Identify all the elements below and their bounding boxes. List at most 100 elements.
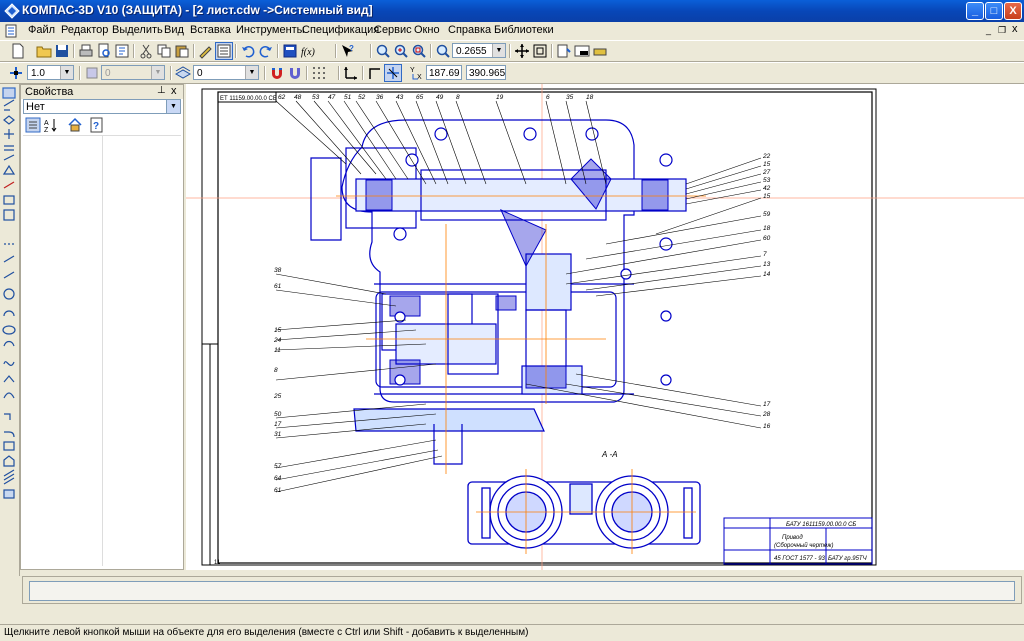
menu-service[interactable]: Сервис bbox=[374, 24, 412, 36]
menu-tools[interactable]: Инструменты bbox=[236, 24, 305, 36]
svg-text:?: ? bbox=[349, 44, 354, 53]
refresh-icon[interactable] bbox=[556, 43, 572, 59]
toolbar-separator bbox=[551, 44, 553, 58]
leader-label: 59 bbox=[763, 211, 771, 218]
pin-icon[interactable]: ⊥ bbox=[157, 85, 166, 96]
coordinates-icon[interactable] bbox=[384, 64, 402, 82]
leader-label: 42 bbox=[763, 185, 771, 192]
grid-icon[interactable] bbox=[311, 65, 327, 81]
dropdown-arrow-icon[interactable]: ▼ bbox=[166, 100, 180, 113]
leader-label: 38 bbox=[274, 267, 282, 274]
menu-help[interactable]: Справка bbox=[448, 24, 491, 36]
object-selector[interactable]: Нет ▼ bbox=[23, 99, 181, 114]
dropdown-arrow-icon[interactable]: ▼ bbox=[60, 66, 73, 79]
step-combo[interactable]: 1.0 ▼ bbox=[27, 65, 74, 80]
leader-label: 62 bbox=[278, 94, 286, 101]
help-pointer-icon[interactable]: ? bbox=[340, 43, 356, 59]
local-cs-icon[interactable] bbox=[343, 65, 359, 81]
document-icon[interactable] bbox=[4, 24, 18, 38]
copy-properties-icon[interactable] bbox=[198, 43, 214, 59]
leader-label: 61 bbox=[274, 487, 282, 494]
close-panel-button[interactable]: x bbox=[171, 85, 177, 97]
menu-file[interactable]: Файл bbox=[28, 24, 55, 36]
style-combo[interactable]: 0 ▼ bbox=[193, 65, 259, 80]
layers-icon[interactable] bbox=[282, 43, 298, 59]
zoom-window-icon[interactable] bbox=[411, 43, 427, 59]
zoom-icon[interactable] bbox=[375, 43, 391, 59]
compact-panel-icon[interactable] bbox=[592, 43, 608, 59]
menu-window[interactable]: Окно bbox=[414, 24, 440, 36]
coord-x-field[interactable]: 187.69 bbox=[426, 65, 462, 80]
menu-edit[interactable]: Редактор bbox=[61, 24, 108, 36]
sort-alphabetic-icon[interactable]: AZ bbox=[43, 117, 59, 133]
assembly-drawing[interactable]: ЕТ 11159.00.00.0 СБ 62 48 53 47 51 52 36… bbox=[186, 84, 1024, 570]
cursor-label: 11 bbox=[214, 560, 221, 566]
open-folder-icon[interactable] bbox=[36, 43, 52, 59]
menu-select[interactable]: Выделить bbox=[112, 24, 163, 36]
coord-y-value: 390.965 bbox=[469, 68, 506, 79]
editor-icon[interactable] bbox=[574, 43, 590, 59]
zoom-scale-icon[interactable] bbox=[435, 43, 451, 59]
ortho-mode-icon[interactable] bbox=[367, 65, 383, 81]
minimize-button[interactable]: _ bbox=[966, 2, 984, 20]
snap-settings-icon[interactable] bbox=[287, 65, 303, 81]
menu-insert[interactable]: Вставка bbox=[190, 24, 231, 36]
leader-label: 17 bbox=[763, 401, 771, 408]
undo-icon[interactable] bbox=[240, 43, 256, 59]
print-icon[interactable] bbox=[78, 43, 94, 59]
dropdown-arrow-icon[interactable]: ▼ bbox=[492, 44, 505, 57]
status-text: Щелкните левой кнопкой мыши на объекте д… bbox=[4, 627, 529, 638]
stamp-material: 45 ГОСТ 1577 - 93 bbox=[774, 556, 826, 562]
snap-magnet-icon[interactable] bbox=[269, 65, 285, 81]
menu-view[interactable]: Вид bbox=[164, 24, 184, 36]
svg-text:Z: Z bbox=[44, 127, 49, 133]
show-all-icon[interactable] bbox=[532, 43, 548, 59]
leader-label: 16 bbox=[763, 423, 771, 430]
dropdown-arrow-icon[interactable]: ▼ bbox=[151, 66, 164, 79]
drawing-canvas[interactable]: ЕТ 11159.00.00.0 СБ 62 48 53 47 51 52 36… bbox=[186, 84, 1024, 570]
leader-label: 22 bbox=[762, 153, 771, 160]
leader-label: 15 bbox=[763, 161, 771, 168]
help-icon[interactable]: ? bbox=[89, 117, 105, 133]
stamp-name-1: Привод bbox=[782, 535, 803, 541]
properties-icon[interactable] bbox=[114, 43, 130, 59]
close-button[interactable]: X bbox=[1004, 2, 1022, 20]
toolbar-separator bbox=[509, 44, 511, 58]
layer-combo[interactable]: 0 ▼ bbox=[101, 65, 165, 80]
mdi-restore-button[interactable]: ❐ bbox=[998, 25, 1006, 36]
properties-grid bbox=[23, 135, 181, 566]
sort-categorized-icon[interactable] bbox=[25, 117, 41, 133]
zoom-in-icon[interactable] bbox=[393, 43, 409, 59]
zoom-scale-combo[interactable]: 0.2655 ▼ bbox=[452, 43, 506, 58]
window-title-bar[interactable]: КОМПАС-3D V10 (ЗАЩИТА) - [2 лист.cdw ->С… bbox=[0, 0, 1024, 22]
grid-step-icon[interactable] bbox=[8, 65, 24, 81]
pan-icon[interactable] bbox=[514, 43, 530, 59]
current-layer-icon[interactable] bbox=[84, 65, 100, 81]
paste-icon[interactable] bbox=[174, 43, 190, 59]
coord-y-field[interactable]: 390.965 bbox=[466, 65, 506, 80]
mdi-close-button[interactable]: x bbox=[1012, 23, 1018, 35]
cursor-coords-icon[interactable]: YX bbox=[409, 65, 425, 81]
variables-icon[interactable]: f(x) bbox=[300, 43, 316, 59]
copy-icon[interactable] bbox=[156, 43, 172, 59]
mdi-minimize-button[interactable]: _ bbox=[986, 25, 991, 35]
leader-label: 19 bbox=[496, 94, 504, 101]
leader-label: 11 bbox=[274, 347, 281, 354]
toolbar-separator bbox=[264, 66, 266, 80]
leader-label: 31 bbox=[274, 431, 282, 438]
home-icon[interactable] bbox=[67, 117, 83, 133]
manager-icon[interactable] bbox=[215, 42, 233, 60]
menu-libraries[interactable]: Библиотеки bbox=[494, 24, 554, 36]
redo-icon[interactable] bbox=[258, 43, 274, 59]
new-document-icon[interactable] bbox=[10, 43, 26, 59]
print-preview-icon[interactable] bbox=[96, 43, 112, 59]
maximize-button[interactable]: □ bbox=[985, 2, 1003, 20]
menu-specification[interactable]: Спецификация bbox=[302, 24, 379, 36]
layer-state-icon[interactable] bbox=[175, 65, 191, 81]
corner-code: ЕТ 11159.00.00.0 СБ bbox=[220, 96, 277, 102]
dropdown-arrow-icon[interactable]: ▼ bbox=[245, 66, 258, 79]
save-icon[interactable] bbox=[54, 43, 70, 59]
leader-label: 18 bbox=[763, 225, 771, 232]
leader-label: 15 bbox=[274, 327, 282, 334]
cut-icon[interactable] bbox=[138, 43, 154, 59]
